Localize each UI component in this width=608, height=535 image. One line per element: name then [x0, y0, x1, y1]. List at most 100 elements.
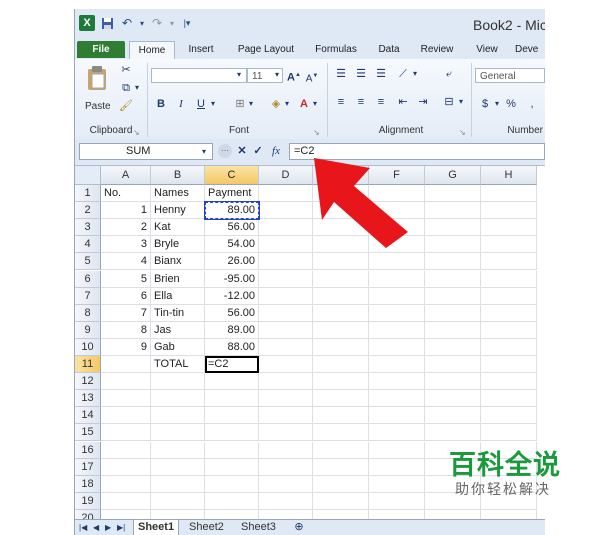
cell-a16[interactable] [101, 441, 151, 459]
sheet-tab-sheet1[interactable]: Sheet1 [133, 520, 180, 535]
cell-g2[interactable] [425, 202, 481, 220]
cell-b2[interactable]: Henny [151, 202, 205, 220]
cell-h15[interactable] [481, 424, 537, 442]
tab-view[interactable]: View [469, 41, 505, 58]
cell-h8[interactable] [481, 304, 537, 322]
row-header-12[interactable]: 12 [75, 373, 101, 391]
cell-f5[interactable] [369, 253, 425, 271]
cell-a5[interactable]: 4 [101, 253, 151, 271]
cell-b10[interactable]: Gab [151, 338, 205, 356]
row-header-13[interactable]: 13 [75, 390, 101, 408]
cell-g15[interactable] [425, 424, 481, 442]
cell-c10[interactable]: 88.00 [205, 338, 259, 356]
cell-a7[interactable]: 6 [101, 287, 151, 305]
cell-e13[interactable] [313, 390, 369, 408]
cell-e9[interactable] [313, 321, 369, 339]
cell-g8[interactable] [425, 304, 481, 322]
cell-f12[interactable] [369, 373, 425, 391]
cell-f14[interactable] [369, 407, 425, 425]
tab-insert[interactable]: Insert [179, 41, 223, 58]
cell-a17[interactable] [101, 458, 151, 476]
cell-h10[interactable] [481, 338, 537, 356]
tab-data[interactable]: Data [371, 41, 407, 58]
comma-style-icon[interactable]: , [525, 97, 539, 111]
tab-page-layout[interactable]: Page Layout [231, 41, 301, 58]
cancel-formula-button[interactable]: ✕ [235, 144, 249, 158]
row-header-4[interactable]: 4 [75, 236, 101, 254]
font-launcher-icon[interactable]: ↘ [313, 126, 320, 140]
cell-b17[interactable] [151, 458, 205, 476]
row-header-17[interactable]: 17 [75, 458, 101, 476]
align-middle-icon[interactable]: ☰ [353, 67, 369, 81]
tab-formulas[interactable]: Formulas [309, 41, 363, 58]
cell-g6[interactable] [425, 270, 481, 288]
cell-d7[interactable] [259, 287, 313, 305]
cell-a3[interactable]: 2 [101, 219, 151, 237]
wrap-text-icon[interactable]: ⤶ [441, 67, 457, 81]
sheet-tab-sheet3[interactable]: Sheet3 [237, 520, 280, 535]
cell-e15[interactable] [313, 424, 369, 442]
cell-h12[interactable] [481, 373, 537, 391]
excel-logo-icon[interactable]: X [79, 15, 95, 31]
underline-dropdown-icon[interactable]: ▾ [209, 97, 217, 111]
cell-f17[interactable] [369, 458, 425, 476]
cell-f10[interactable] [369, 338, 425, 356]
cell-e5[interactable] [313, 253, 369, 271]
tab-review[interactable]: Review [415, 41, 459, 58]
row-header-7[interactable]: 7 [75, 287, 101, 305]
cell-f18[interactable] [369, 475, 425, 493]
grow-font-icon[interactable]: A▲ [287, 68, 301, 85]
cell-e12[interactable] [313, 373, 369, 391]
cell-a6[interactable]: 5 [101, 270, 151, 288]
name-box[interactable]: SUM [79, 143, 213, 160]
row-header-3[interactable]: 3 [75, 219, 101, 237]
cell-h3[interactable] [481, 219, 537, 237]
prev-sheet-icon[interactable]: ◀ [93, 521, 99, 535]
row-header-18[interactable]: 18 [75, 475, 101, 493]
cell-b11[interactable]: TOTAL [151, 356, 205, 374]
cell-e8[interactable] [313, 304, 369, 322]
clipboard-launcher-icon[interactable]: ↘ [133, 126, 140, 140]
cell-c13[interactable] [205, 390, 259, 408]
cut-icon[interactable]: ✂ [119, 63, 133, 77]
cell-c14[interactable] [205, 407, 259, 425]
tab-file[interactable]: File [77, 41, 125, 58]
row-header-6[interactable]: 6 [75, 270, 101, 288]
merge-center-icon[interactable]: ⊟ [441, 95, 457, 109]
cell-g7[interactable] [425, 287, 481, 305]
column-header-a[interactable]: A [101, 166, 151, 185]
row-header-11[interactable]: 11 [75, 356, 101, 374]
sheet-tab-sheet2[interactable]: Sheet2 [185, 520, 228, 535]
format-painter-icon[interactable]: 🖌 [119, 99, 133, 113]
cell-h1[interactable] [481, 185, 537, 203]
align-top-icon[interactable]: ☰ [333, 67, 349, 81]
cell-d18[interactable] [259, 475, 313, 493]
font-name-field[interactable] [151, 68, 247, 83]
cell-f11[interactable] [369, 356, 425, 374]
undo-dropdown-icon[interactable]: ▾ [139, 15, 145, 31]
cell-e18[interactable] [313, 475, 369, 493]
row-header-1[interactable]: 1 [75, 185, 101, 203]
cell-e14[interactable] [313, 407, 369, 425]
cell-d16[interactable] [259, 441, 313, 459]
cell-c17[interactable] [205, 458, 259, 476]
cell-b8[interactable]: Tin-tin [151, 304, 205, 322]
cell-c12[interactable] [205, 373, 259, 391]
insert-function-button[interactable]: fx [269, 144, 283, 158]
row-header-5[interactable]: 5 [75, 253, 101, 271]
paste-button[interactable]: Paste [85, 101, 111, 112]
cell-a19[interactable] [101, 492, 151, 510]
cell-c3[interactable]: 56.00 [205, 219, 259, 237]
cell-b1[interactable]: Names [151, 185, 205, 203]
cell-d8[interactable] [259, 304, 313, 322]
percent-button[interactable]: % [505, 97, 517, 111]
paste-icon[interactable] [85, 65, 109, 91]
row-header-9[interactable]: 9 [75, 321, 101, 339]
tab-developer[interactable]: Deve [515, 41, 545, 58]
cell-d11[interactable] [259, 356, 313, 374]
cell-e17[interactable] [313, 458, 369, 476]
cell-c15[interactable] [205, 424, 259, 442]
cell-a11[interactable] [101, 356, 151, 374]
borders-dropdown-icon[interactable]: ▾ [247, 97, 255, 111]
cell-h6[interactable] [481, 270, 537, 288]
